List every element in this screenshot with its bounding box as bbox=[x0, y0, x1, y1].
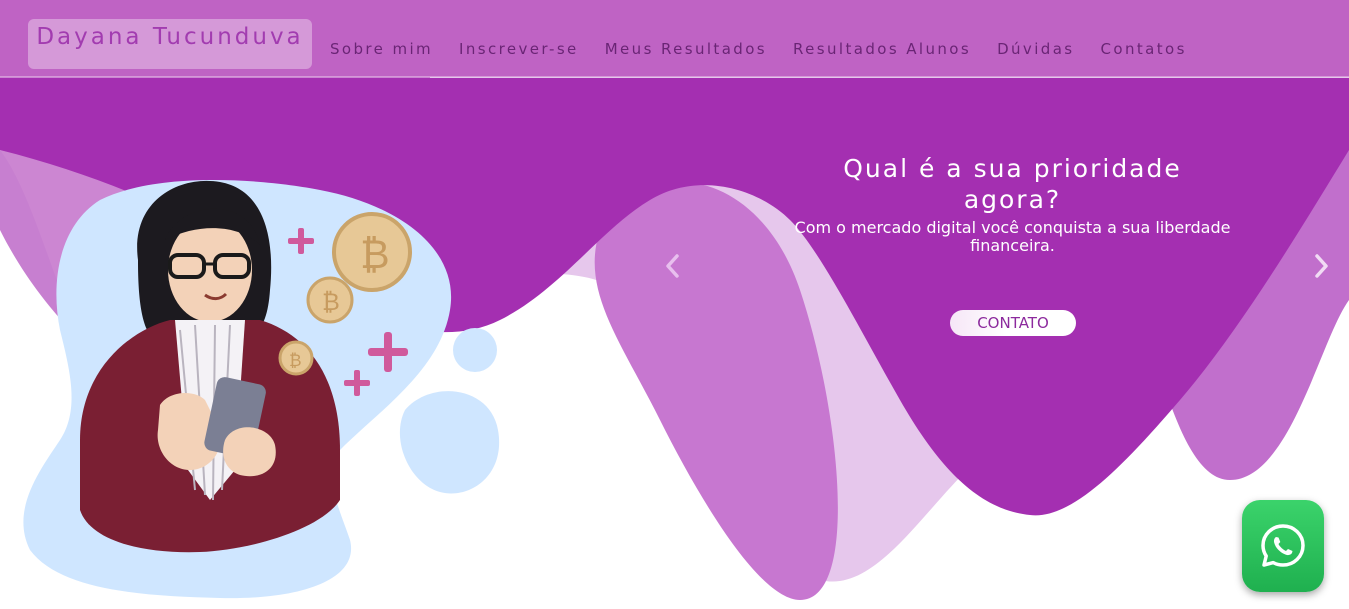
nav-link-meus-resultados[interactable]: Meus Resultados bbox=[605, 38, 767, 60]
hand-right bbox=[223, 427, 276, 477]
light-blue-blob-small bbox=[453, 328, 497, 372]
chevron-left-icon bbox=[666, 254, 679, 278]
svg-text:₿: ₿ bbox=[322, 288, 340, 316]
carousel-title: Qual é a sua prioridade agora? bbox=[843, 154, 1182, 214]
svg-text:₿: ₿ bbox=[289, 351, 302, 371]
woman-crypto-illustration: ₿ ₿ ₿ bbox=[23, 180, 500, 599]
nav-link-contatos[interactable]: Contatos bbox=[1101, 38, 1187, 60]
svg-text:₿: ₿ bbox=[360, 232, 390, 278]
contato-button[interactable]: CONTATO bbox=[950, 310, 1076, 336]
hero-section: ₿ ₿ ₿ Qual é a sua prioridade agora? Com… bbox=[0, 0, 1349, 609]
nav-link-sobre-mim[interactable]: Sobre mim bbox=[330, 38, 433, 60]
nav-link-resultados-alunos[interactable]: Resultados Alunos bbox=[793, 38, 971, 60]
carousel-next-button[interactable] bbox=[1306, 250, 1336, 282]
nav-link-inscrever-se[interactable]: Inscrever-se bbox=[459, 38, 579, 60]
whatsapp-icon bbox=[1261, 524, 1305, 567]
navbar: Dayana Tucunduva Sobre mim Inscrever-se … bbox=[0, 0, 1349, 77]
chevron-right-icon bbox=[1315, 254, 1328, 278]
carousel-prev-button[interactable] bbox=[658, 250, 688, 282]
brand-logo-link[interactable]: Dayana Tucunduva bbox=[28, 19, 312, 69]
carousel-subtitle: Com o mercado digital você conquista a s… bbox=[794, 218, 1231, 255]
nav-link-duvidas[interactable]: Dúvidas bbox=[997, 38, 1074, 60]
whatsapp-button[interactable] bbox=[1242, 500, 1324, 592]
light-blue-blob-round bbox=[399, 391, 500, 494]
nav-links: Sobre mim Inscrever-se Meus Resultados R… bbox=[330, 38, 1213, 60]
carousel-caption: Qual é a sua prioridade agora? Com o mer… bbox=[790, 153, 1235, 255]
face bbox=[168, 218, 252, 322]
